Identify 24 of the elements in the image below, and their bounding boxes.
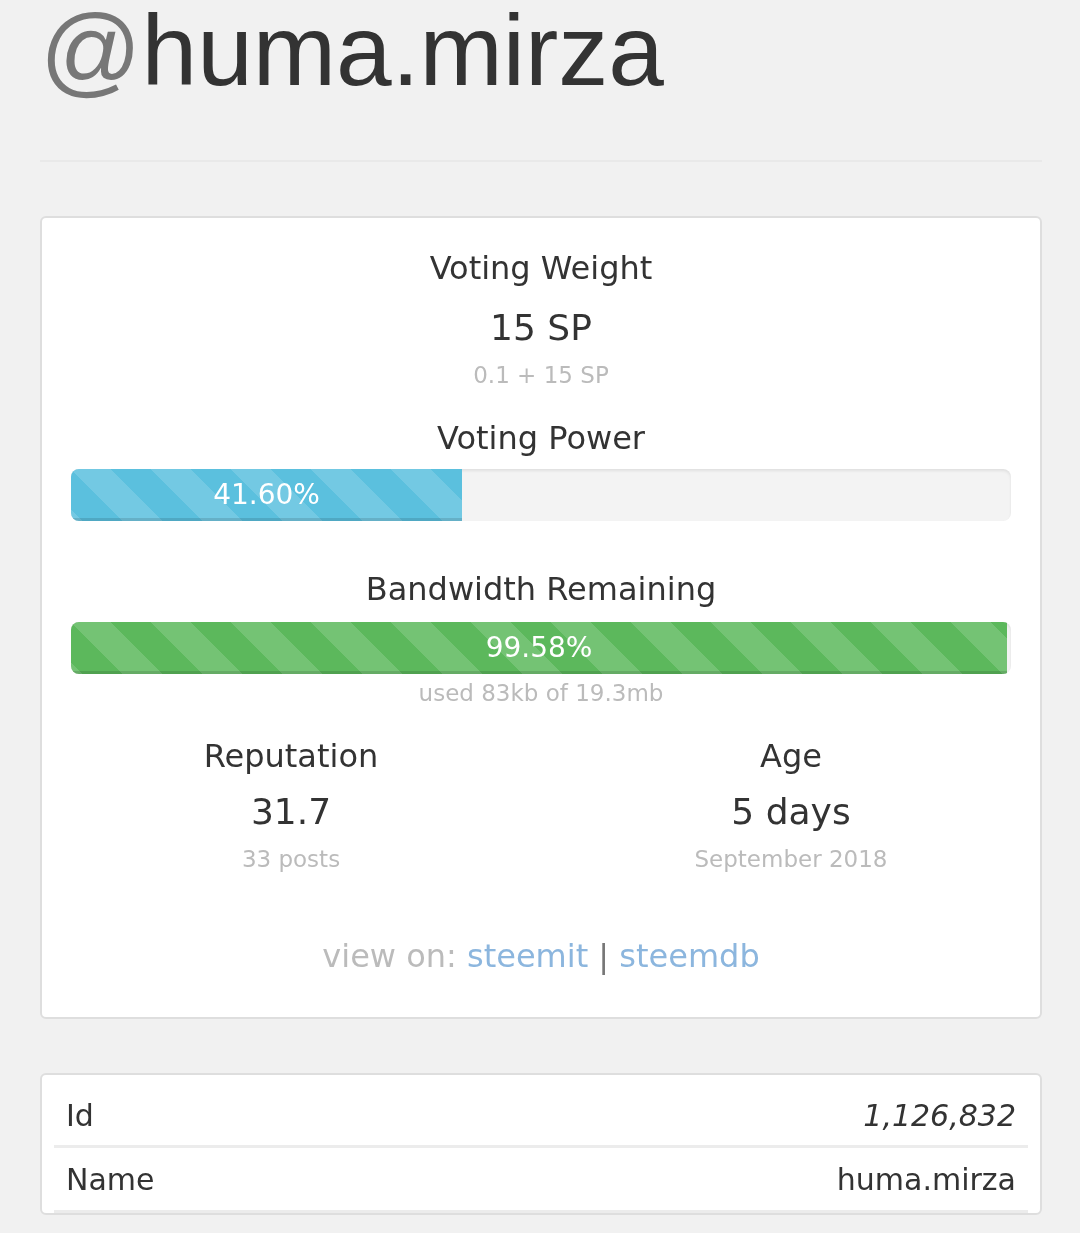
stat-value: 5 days	[730, 790, 852, 834]
profile-link[interactable]: steemdb	[619, 937, 760, 975]
row-label: Id	[66, 1096, 94, 1135]
row-label: Name	[66, 1160, 155, 1199]
voting-weight-detail: 0.1 + 15 SP	[472, 361, 610, 390]
bar-label: Bandwidth Remaining	[364, 569, 718, 610]
bar-label: Voting Power	[436, 418, 646, 459]
view-on-label: view on:	[322, 937, 457, 975]
progress-reading: 99.58%	[485, 630, 593, 666]
progress-reading: 41.60%	[213, 477, 320, 513]
stat-detail: September 2018	[693, 845, 889, 874]
voting-weight-value: 15 SP	[489, 306, 593, 350]
link-separator: |	[598, 937, 610, 975]
stat-value: 31.7	[249, 790, 333, 834]
stat-label: Reputation	[202, 736, 380, 777]
stat-label: Age	[759, 736, 823, 777]
username-heading: huma.mirza	[141, 0, 664, 106]
bandwidth-detail: used 83kb of 19.3mb	[417, 679, 665, 708]
at-sign: @	[40, 0, 142, 106]
profile-link[interactable]: steemit	[466, 937, 589, 975]
voting-weight-label: Voting Weight	[428, 248, 654, 289]
row-value: 1,126,832	[863, 1096, 1016, 1135]
stat-detail: 33 posts	[240, 845, 342, 874]
row-value: huma.mirza	[836, 1160, 1016, 1199]
